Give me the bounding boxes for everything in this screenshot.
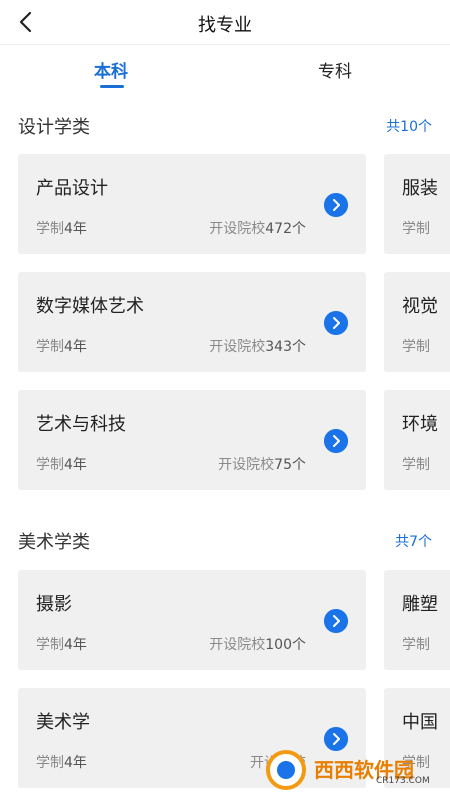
duration-label: 学制 — [402, 339, 430, 355]
section-count-link[interactable]: 共7个 — [395, 531, 432, 551]
duration-label: 学制 — [402, 637, 430, 653]
section-header-fine-arts: 美术学类 共7个 — [0, 528, 450, 558]
chevron-right-circle-icon[interactable] — [324, 609, 348, 633]
duration-label: 学制 — [36, 221, 64, 237]
section-title: 美术学类 — [18, 532, 90, 553]
schools-info: 开设院校100个 — [209, 634, 306, 654]
major-name: 美术学 — [36, 712, 90, 733]
major-card-peek[interactable]: 雕塑 学制 — [384, 570, 450, 670]
duration-info: 学制4年 — [36, 218, 87, 238]
chevron-right-circle-icon[interactable] — [324, 311, 348, 335]
watermark-logo: 西西软件园 CR173.COM — [258, 748, 438, 792]
chevron-right-circle-icon[interactable] — [324, 429, 348, 453]
nav-bar: 找专业 — [0, 0, 450, 44]
major-card[interactable]: 艺术与科技 学制4年 开设院校75个 — [18, 390, 366, 490]
major-card-peek[interactable]: 视觉 学制 — [384, 272, 450, 372]
section-count-link[interactable]: 共10个 — [386, 116, 432, 136]
duration-value: 4年 — [64, 637, 87, 653]
schools-value: 472个 — [265, 221, 306, 237]
major-name: 数字媒体艺术 — [36, 296, 144, 317]
duration-value: 4年 — [64, 339, 87, 355]
duration-label: 学制 — [36, 755, 64, 771]
section-header-design: 设计学类 共10个 — [0, 113, 450, 143]
schools-info: 开设院校472个 — [209, 218, 306, 238]
schools-label: 开设院校 — [209, 339, 266, 355]
schools-info: 开设院校343个 — [209, 336, 306, 356]
duration-label: 学制 — [36, 457, 64, 473]
major-name: 雕塑 — [402, 594, 438, 615]
duration-info: 学制4年 — [36, 634, 87, 654]
watermark-subtext: CR173.COM — [376, 776, 430, 786]
degree-tabs: 本科 专科 — [0, 45, 450, 95]
schools-label: 开设院校 — [209, 637, 266, 653]
major-card[interactable]: 数字媒体艺术 学制4年 开设院校343个 — [18, 272, 366, 372]
tab-undergraduate[interactable]: 本科 — [94, 57, 128, 82]
schools-label: 开设院校 — [218, 457, 275, 473]
section-title: 设计学类 — [18, 117, 90, 138]
major-name: 视觉 — [402, 296, 438, 317]
major-card[interactable]: 摄影 学制4年 开设院校100个 — [18, 570, 366, 670]
watermark-emblem-icon — [266, 750, 306, 790]
duration-info: 学制4年 — [36, 336, 87, 356]
major-name: 摄影 — [36, 594, 72, 615]
duration-label: 学制 — [402, 457, 430, 473]
duration-value: 4年 — [64, 457, 87, 473]
schools-info: 开设院校75个 — [218, 454, 306, 474]
duration-value: 4年 — [64, 221, 87, 237]
major-card-peek[interactable]: 环境 学制 — [384, 390, 450, 490]
tab-junior-college[interactable]: 专科 — [318, 57, 352, 82]
major-name: 服装 — [402, 178, 438, 199]
duration-label: 学制 — [36, 637, 64, 653]
duration-label: 学制 — [36, 339, 64, 355]
schools-label: 开设院校 — [209, 221, 266, 237]
chevron-right-circle-icon[interactable] — [324, 193, 348, 217]
major-name: 艺术与科技 — [36, 414, 126, 435]
major-name: 产品设计 — [36, 178, 108, 199]
major-name: 中国 — [402, 712, 438, 733]
duration-info: 学制4年 — [36, 454, 87, 474]
active-tab-indicator — [100, 85, 124, 88]
page-title: 找专业 — [198, 15, 252, 36]
duration-info: 学制4年 — [36, 752, 87, 772]
duration-label: 学制 — [402, 221, 430, 237]
schools-value: 75个 — [274, 457, 306, 473]
major-card[interactable]: 产品设计 学制4年 开设院校472个 — [18, 154, 366, 254]
major-name: 环境 — [402, 414, 438, 435]
schools-value: 100个 — [265, 637, 306, 653]
duration-value: 4年 — [64, 755, 87, 771]
schools-value: 343个 — [265, 339, 306, 355]
major-card-peek[interactable]: 服装 学制 — [384, 154, 450, 254]
